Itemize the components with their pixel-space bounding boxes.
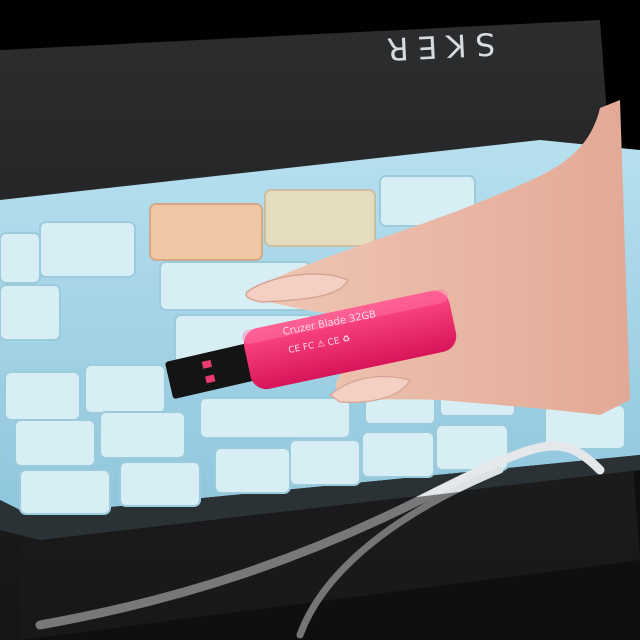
photo-stage: SKER Cruzer Blade 32GB CE FC ⚠ CE ♻	[0, 0, 640, 640]
accent-keycap-orange	[149, 203, 263, 261]
accent-keycap-beige	[264, 189, 376, 247]
keyboard-brand-text: SKER	[377, 24, 497, 68]
